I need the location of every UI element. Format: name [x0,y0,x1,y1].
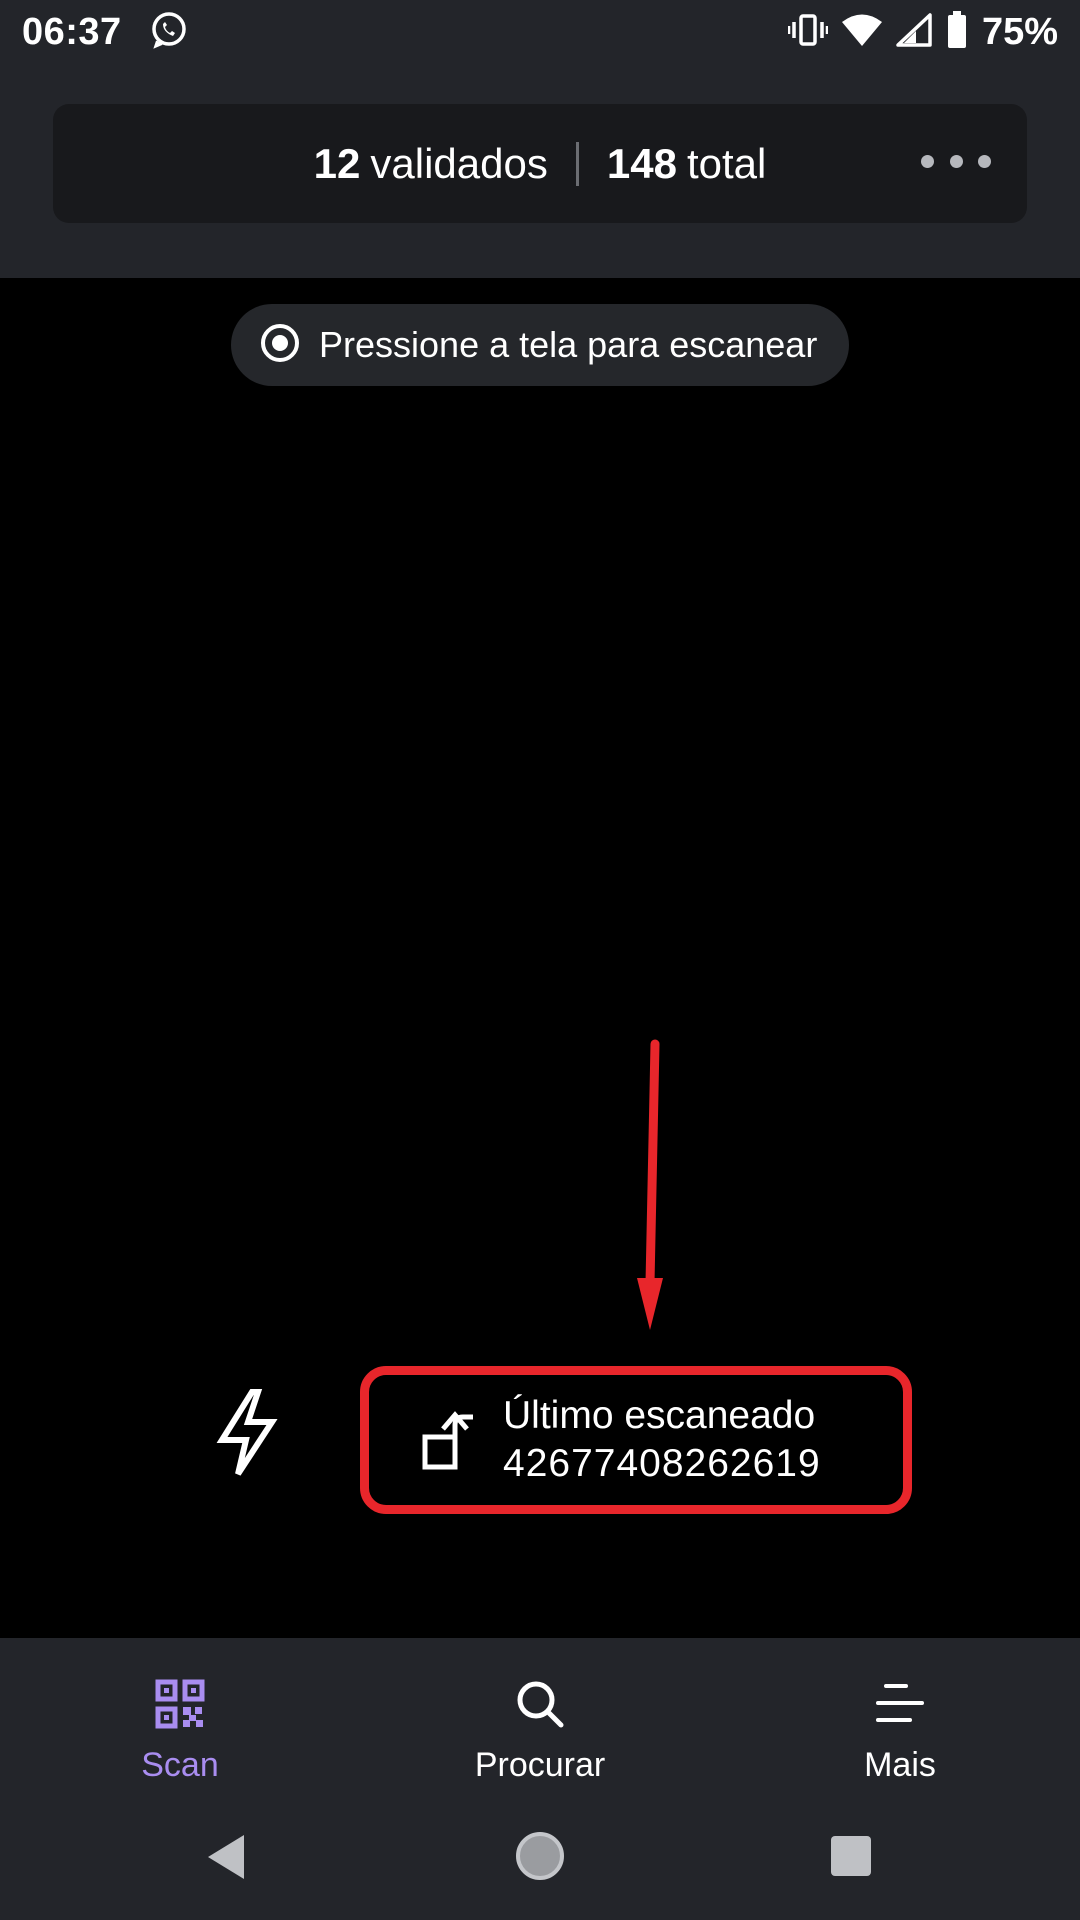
recents-icon[interactable] [830,1835,872,1877]
nav-label-mais: Mais [864,1746,936,1784]
nav-item-scan[interactable]: Scan [0,1638,360,1798]
cell-signal-icon [896,12,932,52]
bottom-navigation: Scan Procurar Mais [0,1638,1080,1798]
validated-count: 12 [313,139,361,187]
qr-code-icon [155,1679,205,1729]
nav-item-mais[interactable]: Mais [720,1638,1080,1798]
target-icon [259,322,301,369]
home-icon[interactable] [514,1830,566,1882]
annotation-arrow [637,1039,663,1330]
more-horizontal-icon [921,154,934,168]
nav-label-procurar: Procurar [474,1746,606,1784]
nav-item-procurar[interactable]: Procurar [360,1638,720,1798]
whatsapp-icon [148,10,188,55]
menu-icon [876,1684,924,1722]
nav-label-scan: Scan [141,1746,219,1784]
total-label: total [686,139,767,187]
stats-divider [575,141,579,186]
search-icon [517,1681,564,1728]
header: 12 validados 148 total [0,64,1080,278]
flash-toggle-button[interactable] [214,1388,280,1478]
validated-label: validados [370,139,548,187]
system-navigation-bar [0,1798,1080,1920]
battery-icon [946,10,968,55]
app-screen: 06:37 75% 12 validados 148 total Pressio… [0,0,1080,1920]
total-count: 148 [606,139,677,187]
last-scanned-card[interactable]: Último escaneado 42677408262619 [360,1366,912,1514]
vibrate-icon [787,12,829,53]
scan-hint-text: Pressione a tela para escanear [319,324,818,365]
back-icon[interactable] [204,1832,248,1882]
rotate-left-icon [421,1405,481,1475]
scan-hint-pill: Pressione a tela para escanear [231,304,849,386]
stats-summary: 12 validados 148 total [53,104,1027,223]
battery-percent: 75% [981,10,1058,53]
flash-icon [216,1389,278,1476]
last-scanned-code: 42677408262619 [503,1442,821,1485]
status-time: 06:37 [22,10,122,53]
more-options-button[interactable] [921,146,991,176]
stats-card: 12 validados 148 total [53,104,1027,223]
last-scanned-title: Último escaneado [503,1394,816,1437]
wifi-icon [841,13,882,52]
status-bar: 06:37 75% [0,0,1080,64]
camera-viewfinder[interactable]: Pressione a tela para escanear Último es… [0,278,1080,1638]
